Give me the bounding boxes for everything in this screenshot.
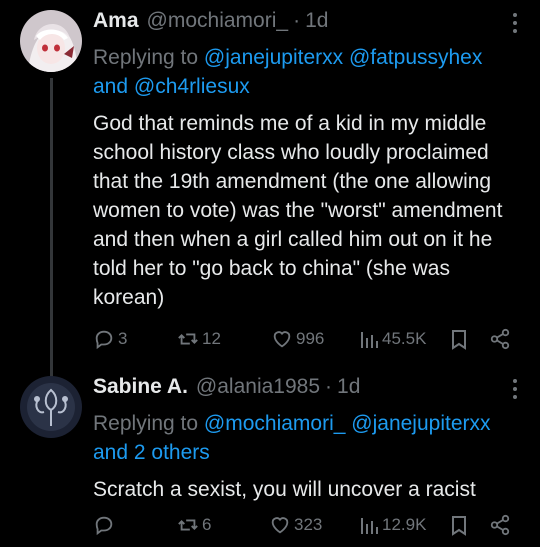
thread-line [50, 78, 53, 378]
mention-link[interactable]: @fatpussyhex [349, 46, 482, 69]
replying-prefix: Replying to [93, 46, 199, 69]
mention-link[interactable]: @janejupiterxx [351, 412, 490, 435]
like-icon [271, 517, 289, 534]
retweet-button[interactable]: 6 [177, 512, 211, 538]
share-button[interactable] [489, 326, 511, 352]
tweet[interactable]: Ama @mochiamori_ · 1d Replying to @janej… [0, 0, 540, 378]
retweet-button[interactable]: 12 [177, 326, 221, 352]
user-handle[interactable]: @mochiamori_ [147, 9, 289, 33]
avatar[interactable] [20, 376, 82, 438]
more-icon[interactable] [512, 379, 518, 399]
like-count: 323 [294, 515, 323, 534]
bookmark-icon [452, 330, 466, 350]
views-count: 45.5K [382, 329, 427, 348]
tweet-header: Sabine A. @alania1985 · 1d [93, 375, 526, 401]
tweet-text: Scratch a sexist, you will uncover a rac… [93, 478, 476, 501]
more-icon[interactable] [512, 13, 518, 33]
views-icon [361, 332, 378, 348]
views-icon [361, 518, 378, 534]
tweet-body: Ama @mochiamori_ · 1d Replying to @janej… [93, 9, 526, 312]
bookmark-icon [452, 516, 466, 536]
reply-button[interactable]: 3 [93, 326, 127, 352]
bookmark-button[interactable] [449, 326, 469, 352]
timestamp[interactable]: 1d [337, 375, 360, 399]
like-button[interactable]: 323 [269, 512, 322, 538]
like-button[interactable]: 996 [271, 326, 324, 352]
user-handle[interactable]: @alania1985 [196, 375, 320, 399]
like-icon [273, 331, 291, 348]
separator-dot: · [293, 9, 301, 32]
retweet-count: 6 [202, 515, 212, 534]
action-bar: 6 323 12.9K [93, 512, 526, 538]
mention-link[interactable]: @ch4rliesux [134, 75, 250, 98]
like-count: 996 [296, 329, 325, 348]
replying-others[interactable]: and 2 others [93, 441, 210, 464]
reply-icon [95, 330, 113, 350]
mention-link[interactable]: @mochiamori_ [204, 412, 346, 435]
mention-link[interactable]: @janejupiterxx [204, 46, 343, 69]
reply-button[interactable] [93, 512, 118, 538]
reply-icon [95, 516, 113, 536]
separator-dot: · [325, 375, 333, 398]
retweet-icon [178, 333, 198, 345]
replying-to: Replying to @janejupiterxx @fatpussyhex … [93, 43, 526, 101]
tweet-text: God that reminds me of a kid in my middl… [93, 112, 503, 309]
views-button[interactable]: 12.9K [359, 512, 426, 538]
display-name[interactable]: Sabine A. [93, 375, 188, 399]
avatar[interactable] [20, 10, 82, 72]
tweet-body: Sabine A. @alania1985 · 1d Replying to @… [93, 375, 526, 504]
display-name[interactable]: Ama [93, 9, 139, 33]
tweet[interactable]: Sabine A. @alania1985 · 1d Replying to @… [0, 362, 540, 547]
views-count: 12.9K [382, 515, 427, 534]
views-button[interactable]: 45.5K [359, 326, 426, 352]
tweet-header: Ama @mochiamori_ · 1d [93, 9, 526, 35]
replying-to: Replying to @mochiamori_ @janejupiterxx … [93, 409, 526, 467]
retweet-count: 12 [202, 329, 221, 348]
timestamp[interactable]: 1d [305, 9, 328, 33]
retweet-icon [178, 519, 198, 531]
share-icon [490, 514, 510, 536]
bookmark-button[interactable] [449, 512, 469, 538]
reply-count: 3 [118, 329, 128, 348]
replying-prefix: Replying to [93, 412, 199, 435]
share-button[interactable] [489, 512, 511, 538]
action-bar: 3 12 996 45.5K [93, 326, 526, 352]
replying-and[interactable]: and [93, 75, 128, 98]
share-icon [490, 328, 510, 350]
